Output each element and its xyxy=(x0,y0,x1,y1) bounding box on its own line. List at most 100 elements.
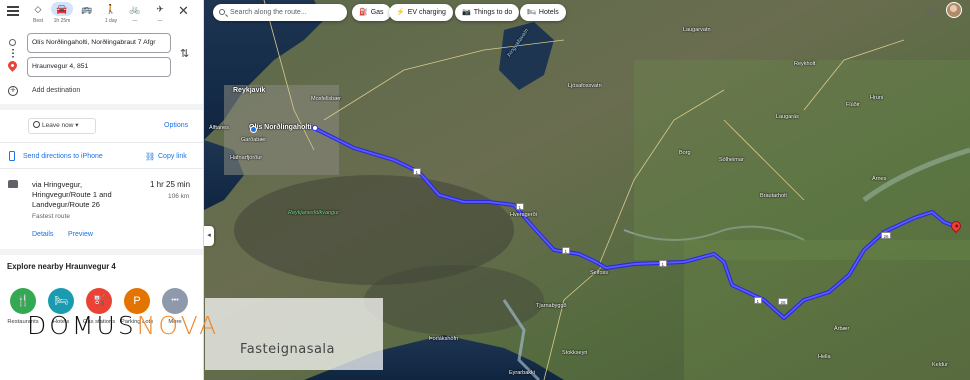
map-label-hafnarfjordur[interactable]: Hafnarfjörður xyxy=(230,155,262,161)
chip-gas-label: Gas xyxy=(370,9,384,16)
map-label-hveragerdi[interactable]: Hveragerði xyxy=(510,212,537,218)
map-label-tjarnabyggd[interactable]: Tjarnabyggð xyxy=(536,303,567,309)
map-label-mosfellsbaer[interactable]: Mosfellsbær xyxy=(311,96,341,102)
map-label-fludir[interactable]: Flúðir xyxy=(846,102,860,108)
watermark-logo: DOMUSNOVA xyxy=(27,311,219,340)
divider xyxy=(0,249,203,255)
map-label-reykjanesfolkvangur[interactable]: Reykjanesfólkvangur xyxy=(288,210,339,216)
map-label-arbaer[interactable]: Árbær xyxy=(834,326,849,332)
mode-driving-label: 1h 25m xyxy=(53,18,71,24)
origin-input[interactable]: Olís Norðlingaholti, Norðlingabraut 7 Af… xyxy=(27,33,171,53)
watermark-backdrop xyxy=(205,298,383,370)
chip-hotels-label: Hotels xyxy=(538,9,559,16)
map-label-arnes[interactable]: Árnes xyxy=(872,176,886,182)
road-shield: 1 xyxy=(659,260,667,267)
leave-now-dropdown[interactable]: Leave now ▾ xyxy=(28,118,96,134)
gas-station-marker-icon[interactable] xyxy=(250,126,257,133)
search-placeholder: Search along the route... xyxy=(230,9,307,16)
chip-hotels[interactable]: 🛏 Hotels xyxy=(520,4,566,21)
map-label-laugaras[interactable]: Laugarás xyxy=(776,114,799,120)
chip-gas[interactable]: ⛽ Gas xyxy=(352,4,391,21)
origin-circle-icon xyxy=(9,39,16,46)
add-icon[interactable]: + xyxy=(8,86,18,96)
mode-driving[interactable]: 🚘 1h 25m xyxy=(51,2,73,24)
mode-cycling[interactable]: 🚲 — xyxy=(124,2,146,24)
avatar[interactable] xyxy=(946,2,962,18)
swap-icon[interactable]: ⇅ xyxy=(180,47,189,60)
road-shield: 1 xyxy=(562,247,570,254)
mode-best-label: Best xyxy=(32,18,43,24)
mode-walking[interactable]: 🚶 1 day xyxy=(100,2,122,24)
route-duration: 1 hr 25 min xyxy=(150,180,191,189)
collapse-panel-button[interactable]: ◂ xyxy=(204,226,214,246)
car-icon xyxy=(8,180,18,188)
send-to-phone-link[interactable]: Send directions to iPhone xyxy=(23,153,103,160)
route-dots-icon xyxy=(12,49,14,59)
origin-marker[interactable] xyxy=(312,125,318,131)
map-label-hella[interactable]: Hella xyxy=(818,354,831,360)
map-label-borg[interactable]: Borg xyxy=(679,150,691,156)
road-shield: 1 xyxy=(516,203,524,210)
options-button[interactable]: Options xyxy=(164,122,188,129)
mode-flight[interactable]: ✈ — xyxy=(149,2,171,24)
watermark-brand-a: DOMUS xyxy=(27,311,137,340)
search-icon xyxy=(219,9,225,15)
road-shield: 26 xyxy=(881,232,892,239)
best-route-icon: ◇ xyxy=(34,4,42,14)
road-shield: 26 xyxy=(778,298,789,305)
gas-icon: ⛽ xyxy=(359,9,368,16)
bed-icon: 🛏 xyxy=(527,9,536,16)
map-label-reykholt[interactable]: Reykholt xyxy=(794,61,815,67)
copy-link-button[interactable]: Copy link xyxy=(158,153,187,160)
map-label-keldur[interactable]: Keldur xyxy=(932,362,948,368)
clock-icon xyxy=(33,121,40,128)
map-label-gardabaer[interactable]: Garðabær xyxy=(241,137,266,143)
chip-ev-charging[interactable]: ⚡ EV charging xyxy=(389,4,453,21)
ev-charging-icon: ⚡ xyxy=(396,9,405,16)
chip-things-to-do[interactable]: 📷 Things to do xyxy=(455,4,520,21)
destination-pin-icon xyxy=(6,59,19,72)
details-button[interactable]: Details xyxy=(32,231,53,238)
road-shield: 1 xyxy=(754,297,762,304)
link-icon: ⛓ xyxy=(145,152,156,161)
mode-cycling-label: — xyxy=(132,18,138,24)
car-icon: 🚘 xyxy=(51,2,73,16)
map-label-stokkseyri[interactable]: Stokkseyri xyxy=(562,350,587,356)
mode-flight-label: — xyxy=(157,18,163,24)
route-search-input[interactable]: Search along the route... xyxy=(213,4,347,21)
preview-button[interactable]: Preview xyxy=(68,231,93,238)
route-distance: 106 km xyxy=(168,193,190,200)
mode-best[interactable]: ◇ Best xyxy=(27,2,49,24)
travel-mode-bar: ◇ Best 🚘 1h 25m 🚌 🚶 1 day 🚲 — ✈ — ✕ xyxy=(0,0,203,32)
apps-grid-icon[interactable] xyxy=(926,6,936,16)
mode-transit[interactable]: 🚌 xyxy=(76,2,98,18)
walking-icon: 🚶 xyxy=(105,4,117,14)
destination-input[interactable]: Hraunvegur 4, 851 xyxy=(27,57,171,77)
map-label-hruni[interactable]: Hruni xyxy=(870,95,883,101)
route-title[interactable]: via Hringvegur, Hringvegur/Route 1 and L… xyxy=(32,180,128,210)
map-label-brautarholt[interactable]: Brautarholt xyxy=(760,193,787,199)
close-icon[interactable]: ✕ xyxy=(178,3,189,19)
map-label-alftanes[interactable]: Álftanes xyxy=(209,125,229,131)
map-label-reykjavik[interactable]: Reykjavík xyxy=(233,87,265,94)
chip-things-label: Things to do xyxy=(473,9,513,16)
map-label-thorlakshofn[interactable]: Þorlákshöfn xyxy=(429,336,458,342)
watermark-brand-b: NOVA xyxy=(136,311,220,340)
phone-icon xyxy=(9,151,15,161)
leave-now-label: Leave now xyxy=(42,122,74,129)
map-label-solheimar[interactable]: Sólheimar xyxy=(719,157,744,163)
map-label-ljosafossvatn[interactable]: Ljósafossvatn xyxy=(568,83,602,89)
bicycle-icon: 🚲 xyxy=(129,4,141,14)
divider xyxy=(0,168,203,169)
map-label-laugarvatn[interactable]: Laugarvatn xyxy=(683,27,711,33)
map-label-selfoss[interactable]: Selfoss xyxy=(590,270,608,276)
map-label-eyrarbakki[interactable]: Eyrarbakki xyxy=(509,370,535,376)
mode-walking-label: 1 day xyxy=(104,18,118,24)
add-destination-button[interactable]: Add destination xyxy=(32,87,80,94)
road-shield: 1 xyxy=(413,168,421,175)
map-label-olis[interactable]: Olís Norðlingaholti xyxy=(249,124,312,131)
menu-icon[interactable] xyxy=(7,6,19,16)
divider xyxy=(0,104,203,110)
bus-icon: 🚌 xyxy=(81,4,93,14)
plane-icon: ✈ xyxy=(156,4,164,14)
